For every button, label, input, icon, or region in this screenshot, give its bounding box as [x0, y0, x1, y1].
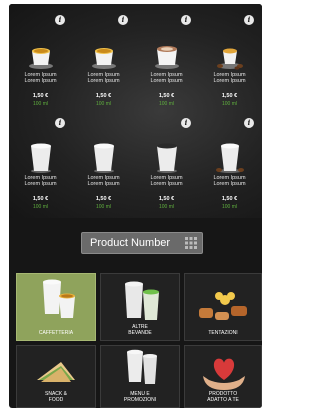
product-item[interactable]: i Lorem Ipsum Lorem Ipsum 1,50 € 100 ml [10, 110, 71, 213]
product-volume: 100 ml [32, 101, 48, 107]
category-label: TENTAZIONI [185, 330, 261, 336]
product-name-line2: Lorem Ipsum [150, 78, 183, 84]
product-name-line2: Lorem Ipsum [213, 78, 246, 84]
product-price: 1,50 € [221, 93, 238, 99]
product-item[interactable]: i Lorem Ipsum Lorem Ipsum 1,50 € 100 ml [73, 7, 134, 110]
pastries-icon [199, 292, 247, 320]
product-name: Lorem Ipsum Lorem Ipsum [136, 72, 197, 84]
product-price: 1,50 € [32, 93, 49, 99]
product-name: Lorem Ipsum Lorem Ipsum [199, 72, 260, 84]
info-icon[interactable]: i [55, 118, 65, 128]
product-price: 1,50 € [158, 93, 175, 99]
products-grid: i Lorem Ipsum Lorem Ipsum 1,50 € 100 ml … [9, 4, 262, 218]
cappuccino-cup-icon [155, 46, 179, 69]
paper-cup-icon [31, 143, 51, 173]
category-label-line2: BEVANDE [128, 330, 152, 336]
product-item[interactable]: i Lorem Ipsum Lorem Ipsum 1,50 € 100 ml [199, 7, 260, 110]
paper-cup-dark-icon [157, 143, 177, 173]
product-volume: 100 ml [95, 204, 111, 210]
product-name: Lorem Ipsum Lorem Ipsum [199, 175, 260, 187]
category-label: CAFFETTERIA [17, 330, 95, 336]
category-snack-food[interactable]: SNACK & FOOD [16, 345, 96, 408]
product-name-line2: Lorem Ipsum [150, 181, 183, 187]
espresso-with-beans-icon [217, 48, 243, 70]
product-volume: 100 ml [158, 204, 174, 210]
heart-hands-icon [203, 358, 245, 390]
product-name: Lorem Ipsum Lorem Ipsum [10, 72, 71, 84]
category-label: MENU E PROMOZIONI [101, 391, 179, 403]
category-caffetteria[interactable]: CAFFETTERIA [16, 273, 96, 341]
product-number-button[interactable]: Product Number [81, 232, 203, 254]
category-tentazioni[interactable]: TENTAZIONI [184, 273, 262, 341]
category-label: SNACK & FOOD [17, 391, 95, 403]
product-item[interactable]: i Lorem Ipsum Lorem Ipsum 1,50 € 100 ml [199, 110, 260, 213]
espresso-cup-icon [92, 48, 116, 69]
vending-screen: i Lorem Ipsum Lorem Ipsum 1,50 € 100 ml … [9, 4, 262, 408]
product-volume: 100 ml [221, 204, 237, 210]
category-label-line2: PROMOZIONI [123, 397, 157, 403]
product-name-line2: Lorem Ipsum [24, 78, 57, 84]
info-icon[interactable]: i [181, 118, 191, 128]
product-price: 1,50 € [32, 196, 49, 202]
sandwich-icon [37, 362, 75, 382]
category-label-line2: FOOD [48, 397, 64, 403]
product-item[interactable]: i Lorem Ipsum Lorem Ipsum 1,50 € 100 ml [10, 7, 71, 110]
product-volume: 100 ml [95, 101, 111, 107]
keypad-icon [185, 237, 197, 249]
coffee-cups-icon [43, 279, 75, 318]
category-label: ALTRE BEVANDE [101, 324, 179, 336]
product-name: Lorem Ipsum Lorem Ipsum [136, 175, 197, 187]
paper-cup-icon [94, 143, 114, 173]
product-volume: 100 ml [32, 204, 48, 210]
drink-cups-icon [125, 281, 159, 320]
product-item[interactable]: i Lorem Ipsum Lorem Ipsum 1,50 € 100 ml [136, 110, 197, 213]
product-number-label: Product Number [90, 237, 171, 249]
product-item[interactable]: i Lorem Ipsum Lorem Ipsum 1,50 € 100 ml [136, 7, 197, 110]
category-altre-bevande[interactable]: ALTRE BEVANDE [100, 273, 180, 341]
category-label-line1: CAFFETTERIA [38, 330, 74, 336]
category-menu-promozioni[interactable]: MENU E PROMOZIONI [100, 345, 180, 408]
product-name: Lorem Ipsum Lorem Ipsum [10, 175, 71, 187]
product-price: 1,50 € [95, 196, 112, 202]
product-volume: 100 ml [221, 101, 237, 107]
info-icon[interactable]: i [118, 15, 128, 25]
product-volume: 100 ml [158, 101, 174, 107]
paper-cup-with-beans-icon [216, 143, 244, 173]
product-price: 1,50 € [95, 93, 112, 99]
product-name-line2: Lorem Ipsum [213, 181, 246, 187]
product-name-line2: Lorem Ipsum [87, 78, 120, 84]
product-name: Lorem Ipsum Lorem Ipsum [73, 175, 134, 187]
category-label: PRODOTTO ADATTO A TE [185, 391, 261, 403]
product-name-line2: Lorem Ipsum [87, 181, 120, 187]
info-icon[interactable]: i [55, 15, 65, 25]
menu-cups-icon [127, 349, 157, 384]
espresso-cup-icon [29, 48, 53, 69]
product-price: 1,50 € [158, 196, 175, 202]
product-item[interactable]: Lorem Ipsum Lorem Ipsum 1,50 € 100 ml [73, 110, 134, 213]
product-price: 1,50 € [221, 196, 238, 202]
category-label-line2: ADATTO A TE [207, 397, 239, 403]
product-name: Lorem Ipsum Lorem Ipsum [73, 72, 134, 84]
product-name-line2: Lorem Ipsum [24, 181, 57, 187]
info-icon[interactable]: i [244, 118, 254, 128]
info-icon[interactable]: i [181, 15, 191, 25]
category-label-line1: TENTAZIONI [208, 330, 238, 336]
category-prodotto-adatto-a-te[interactable]: PRODOTTO ADATTO A TE [184, 345, 262, 408]
info-icon[interactable]: i [244, 15, 254, 25]
